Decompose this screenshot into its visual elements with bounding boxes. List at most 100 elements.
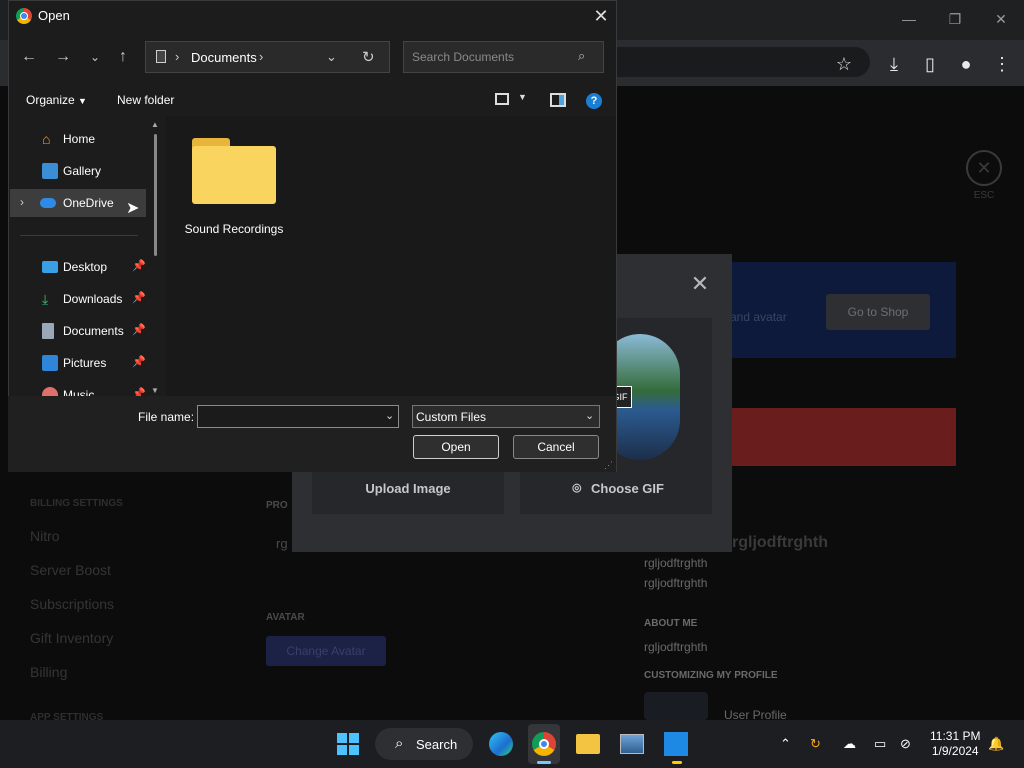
start-icon[interactable] bbox=[337, 733, 359, 755]
customizing-header: CUSTOMIZING MY PROFILE bbox=[644, 670, 778, 681]
sidebar-item-gift-inventory[interactable]: Gift Inventory bbox=[30, 630, 113, 646]
scroll-down-icon[interactable]: ▼ bbox=[151, 386, 159, 395]
file-type-dropdown-icon[interactable]: ⌄ bbox=[585, 409, 594, 422]
edge-beta-icon[interactable] bbox=[489, 732, 513, 756]
forward-arrow-icon[interactable]: → bbox=[52, 46, 74, 68]
upload-image-label[interactable]: Upload Image bbox=[312, 481, 504, 496]
file-name-label: File name: bbox=[138, 410, 195, 424]
file-name-dropdown-icon[interactable]: ⌄ bbox=[385, 409, 394, 422]
app-k-icon[interactable] bbox=[664, 732, 688, 756]
pin-icon: 📌 bbox=[132, 292, 146, 304]
music-icon bbox=[42, 387, 58, 396]
file-type-value: Custom Files bbox=[416, 410, 487, 424]
clock-date: 1/9/2024 bbox=[931, 744, 979, 758]
preview-username-2: rgljodftrghth bbox=[644, 576, 708, 590]
app-icon-tile bbox=[644, 692, 708, 720]
view-mode-icon[interactable] bbox=[495, 93, 509, 105]
tray-chevron-icon[interactable]: ⌃ bbox=[780, 736, 791, 752]
esc-close-icon[interactable]: ✕ bbox=[966, 150, 1002, 186]
taskbar-search-label: Search bbox=[416, 737, 458, 752]
up-arrow-icon[interactable]: ↑ bbox=[112, 46, 134, 68]
back-arrow-icon[interactable]: ← bbox=[18, 46, 40, 68]
recent-locations-icon[interactable]: ⌄ bbox=[84, 46, 106, 68]
preview-pane-icon[interactable] bbox=[550, 93, 566, 107]
preview-username: rgljodftrghth bbox=[644, 556, 708, 570]
change-avatar-button[interactable]: Change Avatar bbox=[266, 636, 386, 666]
chrome-menu-icon[interactable]: ⋮ bbox=[990, 52, 1014, 76]
close-window-icon[interactable]: ✕ bbox=[988, 8, 1014, 30]
nav-item-pictures[interactable]: Pictures 📌 bbox=[14, 349, 146, 377]
modal-close-icon[interactable]: ✕ bbox=[688, 272, 712, 296]
dialog-title: Open bbox=[38, 8, 70, 23]
nav-item-music[interactable]: Music 📌 bbox=[14, 381, 146, 396]
nav-item-gallery[interactable]: Gallery bbox=[14, 157, 146, 185]
display-name-field[interactable]: rg bbox=[276, 536, 288, 551]
network-icon[interactable]: ⊘ bbox=[900, 736, 911, 752]
photos-icon[interactable] bbox=[620, 734, 644, 754]
go-to-shop-button[interactable]: Go to Shop bbox=[826, 294, 930, 330]
nav-item-label: Pictures bbox=[63, 356, 107, 370]
breadcrumb-documents[interactable]: Documents bbox=[191, 50, 257, 65]
maximize-icon[interactable]: ❐ bbox=[942, 8, 968, 30]
onedrive-tray-icon[interactable]: ☁ bbox=[843, 736, 856, 752]
gallery-icon bbox=[42, 163, 58, 179]
about-me-header: ABOUT ME bbox=[644, 618, 698, 629]
app-indicator bbox=[672, 761, 682, 764]
mouse-cursor-icon: ➤ bbox=[126, 200, 140, 217]
display-icon[interactable]: ▭ bbox=[874, 736, 886, 752]
download-icon[interactable]: ⤓ bbox=[882, 52, 906, 76]
choose-gif-label[interactable]: Choose GIF bbox=[591, 481, 664, 496]
clock[interactable]: 11:31 PM 1/9/2024 bbox=[930, 729, 980, 759]
cancel-button[interactable]: Cancel bbox=[513, 435, 599, 459]
address-bar[interactable] bbox=[145, 41, 390, 73]
search-icon[interactable]: ⌕ bbox=[578, 48, 585, 64]
sidebar-item-nitro[interactable]: Nitro bbox=[30, 528, 60, 544]
nav-item-home[interactable]: ⌂ Home bbox=[14, 125, 146, 153]
file-name-input[interactable] bbox=[197, 405, 399, 428]
side-panel-icon[interactable]: ▯ bbox=[918, 52, 942, 76]
clock-time: 11:31 PM bbox=[930, 729, 981, 743]
nav-item-label: Documents bbox=[63, 324, 124, 338]
nav-scrollbar[interactable] bbox=[154, 134, 157, 256]
folder-name[interactable]: Sound Recordings bbox=[180, 222, 288, 237]
pictures-icon bbox=[42, 355, 58, 371]
file-explorer-icon[interactable] bbox=[576, 734, 600, 754]
nitro-hint: and avatar bbox=[730, 310, 787, 324]
nav-item-downloads[interactable]: ⤓ Downloads 📌 bbox=[14, 285, 146, 313]
notification-bell-icon[interactable]: 🔔 bbox=[988, 736, 1004, 752]
sidebar-item-subscriptions[interactable]: Subscriptions bbox=[30, 596, 114, 612]
nav-item-label: OneDrive bbox=[63, 196, 114, 210]
downloads-icon: ⤓ bbox=[42, 291, 49, 307]
view-dropdown-icon[interactable]: ▼ bbox=[518, 92, 527, 102]
sidebar-item-server-boost[interactable]: Server Boost bbox=[30, 562, 111, 578]
resize-grip-icon[interactable]: ⋰ bbox=[604, 460, 613, 471]
search-placeholder: Search Documents bbox=[412, 50, 515, 64]
esc-label: ESC bbox=[973, 190, 995, 201]
folder-icon-front[interactable] bbox=[192, 146, 276, 204]
scroll-up-icon[interactable]: ▲ bbox=[151, 120, 159, 129]
new-folder-button[interactable]: New folder bbox=[117, 93, 174, 107]
bookmark-star-icon[interactable]: ☆ bbox=[832, 52, 856, 76]
breadcrumb-chevron-icon-2[interactable]: › bbox=[259, 49, 263, 64]
help-icon[interactable]: ? bbox=[586, 93, 602, 109]
avatar-section-label: AVATAR bbox=[266, 612, 305, 623]
sidebar-header-billing: BILLING SETTINGS bbox=[30, 498, 123, 509]
nav-item-label: Downloads bbox=[63, 292, 123, 306]
organize-button[interactable]: Organize ▼ bbox=[26, 93, 87, 107]
minimize-icon[interactable]: — bbox=[896, 8, 922, 30]
open-button[interactable]: Open bbox=[413, 435, 499, 459]
nav-item-label: Music bbox=[63, 388, 95, 396]
sidebar-item-billing[interactable]: Billing bbox=[30, 664, 67, 680]
nav-item-documents[interactable]: Documents 📌 bbox=[14, 317, 146, 345]
profile-icon[interactable]: ● bbox=[954, 52, 978, 76]
address-dropdown-icon[interactable]: ⌄ bbox=[326, 49, 337, 65]
documents-location-icon bbox=[156, 50, 166, 63]
refresh-icon[interactable]: ↻ bbox=[362, 48, 375, 66]
dialog-close-icon[interactable]: ✕ bbox=[590, 6, 612, 26]
pin-icon: 📌 bbox=[132, 324, 146, 336]
update-icon[interactable]: ↻ bbox=[810, 736, 821, 752]
nav-item-desktop[interactable]: Desktop 📌 bbox=[14, 253, 146, 281]
profile-section-label: PRO bbox=[266, 500, 288, 511]
expand-chevron-icon[interactable]: › bbox=[20, 195, 24, 209]
documents-icon bbox=[42, 323, 54, 339]
